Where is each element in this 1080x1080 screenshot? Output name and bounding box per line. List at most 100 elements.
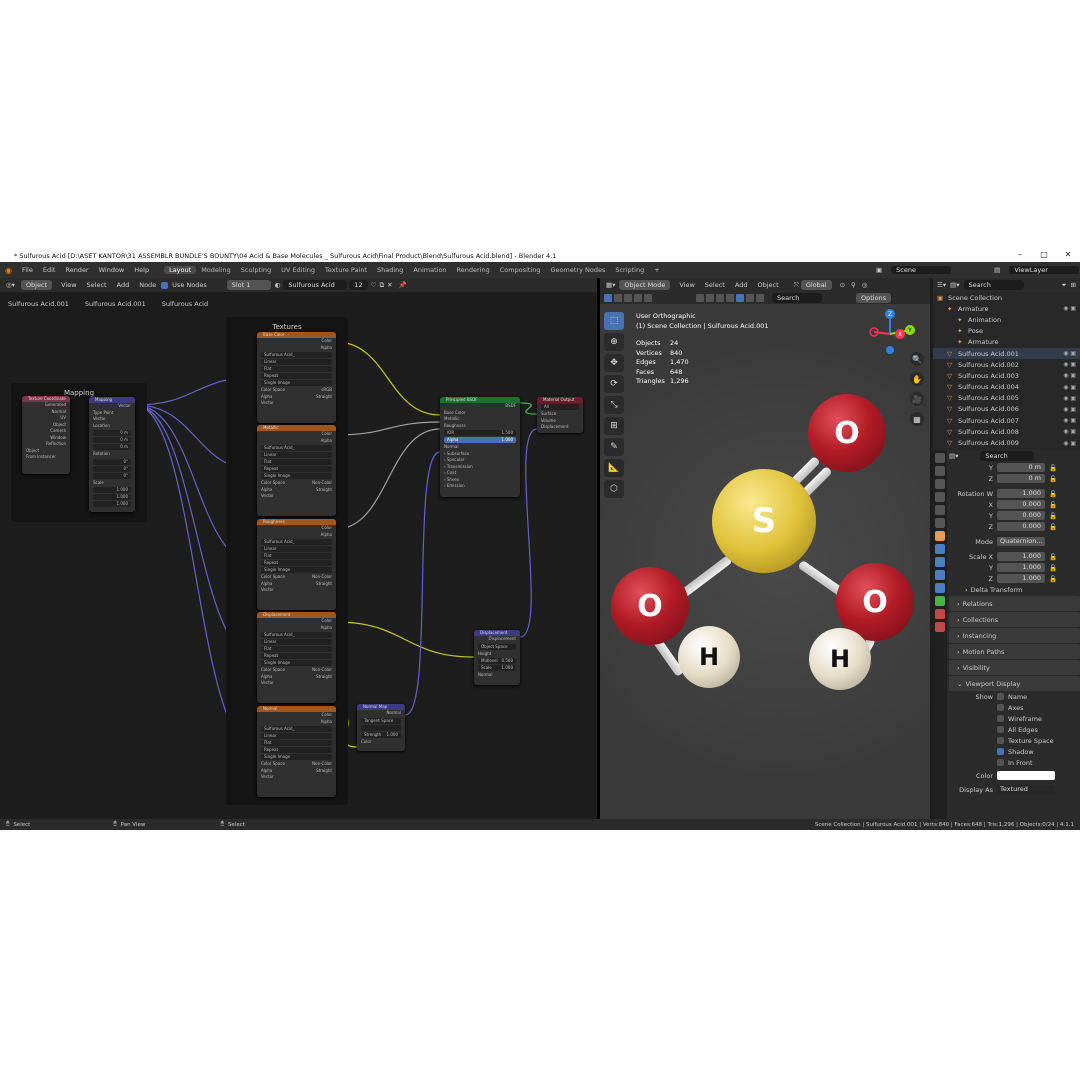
visibility-eye-icon[interactable]: ◉ ▣ bbox=[1063, 428, 1076, 435]
object-tab-icon[interactable] bbox=[935, 531, 945, 541]
proportional-edit-icon[interactable]: ◎ bbox=[862, 281, 868, 289]
ortho-grid-icon[interactable]: ▦ bbox=[910, 412, 924, 426]
menu-select[interactable]: Select bbox=[700, 281, 730, 289]
viewport-search-input[interactable]: Search bbox=[772, 293, 822, 303]
menu-select[interactable]: Select bbox=[82, 281, 112, 289]
interpolation-dropdown[interactable]: Linear bbox=[261, 452, 332, 458]
node-mapping[interactable]: Mapping Vector Type Point Vector Locatio… bbox=[89, 397, 135, 512]
slot-dropdown[interactable]: Slot 1 bbox=[226, 280, 271, 290]
transform-tool-icon[interactable]: ⊞ bbox=[604, 417, 624, 435]
mapping-type-dropdown[interactable]: Point bbox=[103, 410, 113, 415]
outliner-item[interactable]: ▽ Sulfurous Acid.007 ◉ ▣ bbox=[933, 415, 1080, 426]
duplicate-material-icon[interactable]: ⧉ bbox=[380, 281, 385, 290]
tab-animation[interactable]: Animation bbox=[408, 266, 451, 274]
scale-z-field[interactable]: 1.000 bbox=[93, 501, 131, 507]
scene-icon[interactable]: ▣ bbox=[871, 266, 887, 274]
node-material-output[interactable]: Material Output All Surface Volume Displ… bbox=[537, 397, 583, 433]
show-checkbox[interactable] bbox=[997, 693, 1004, 700]
scale-tool-icon[interactable]: ⤡ bbox=[604, 396, 624, 414]
blender-logo-icon[interactable]: ◉ bbox=[0, 266, 17, 275]
outliner-item[interactable]: ▽ Sulfurous Acid.008 ◉ ▣ bbox=[933, 426, 1080, 437]
tab-sculpting[interactable]: Sculpting bbox=[236, 266, 276, 274]
show-checkbox[interactable] bbox=[997, 748, 1004, 755]
display-mode-icon[interactable]: ▤▾ bbox=[950, 281, 959, 289]
scale-x-field[interactable]: 1.000 bbox=[997, 552, 1045, 561]
modifiers-tab-icon[interactable] bbox=[935, 544, 945, 554]
panel-viewport-display[interactable]: ⌄ Viewport Display bbox=[949, 676, 1080, 691]
outliner-item[interactable]: ▽ Sulfurous Acid.009 ◉ ▣ bbox=[933, 437, 1080, 448]
extension-dropdown[interactable]: Repeat bbox=[261, 373, 332, 379]
strength-field[interactable]: Strength 1.000 bbox=[361, 731, 401, 738]
editor-type-icon[interactable]: ▤▾ bbox=[949, 452, 958, 460]
texture-tab-icon[interactable] bbox=[935, 622, 945, 632]
extension-dropdown[interactable]: Repeat bbox=[261, 466, 332, 472]
extension-dropdown[interactable]: Repeat bbox=[261, 747, 332, 753]
tab-compositing[interactable]: Compositing bbox=[495, 266, 546, 274]
add-cube-tool-icon[interactable]: ⬡ bbox=[604, 480, 624, 498]
alpha-mode-dropdown[interactable]: Straight bbox=[316, 487, 332, 494]
node-image-texture-metallic[interactable]: Metallic Color Alpha Sulfurous Acid_ Linear F… bbox=[257, 425, 336, 516]
node-displacement[interactable]: Displacement Displacement Object Space H… bbox=[474, 630, 520, 685]
select-tool-icon[interactable]: ⬚ bbox=[604, 312, 624, 330]
use-nodes-checkbox[interactable] bbox=[161, 281, 169, 289]
outliner-item[interactable]: ✦ Animation bbox=[933, 314, 1080, 325]
source-dropdown[interactable]: Single Image bbox=[261, 380, 332, 386]
display-as-dropdown[interactable]: Textured bbox=[997, 785, 1055, 794]
node-normal-map[interactable]: Normal Map Normal Tangent Space Strength… bbox=[357, 704, 405, 751]
projection-dropdown[interactable]: Flat bbox=[261, 553, 332, 559]
panel-collections[interactable]: › Collections bbox=[949, 612, 1080, 627]
rotation-w-field[interactable]: 1.000 bbox=[997, 489, 1045, 498]
lock-icon[interactable]: 🔓 bbox=[1049, 564, 1057, 572]
source-dropdown[interactable]: Single Image bbox=[261, 660, 332, 666]
source-dropdown[interactable]: Single Image bbox=[261, 754, 332, 760]
menu-file[interactable]: File bbox=[17, 266, 38, 274]
rotation-z-field[interactable]: 0° bbox=[93, 472, 131, 479]
visibility-eye-icon[interactable]: ◉ ▣ bbox=[1063, 361, 1076, 368]
menu-render[interactable]: Render bbox=[60, 266, 93, 274]
view-layer-tab-icon[interactable] bbox=[935, 492, 945, 502]
menu-window[interactable]: Window bbox=[94, 266, 130, 274]
rotate-tool-icon[interactable]: ⟳ bbox=[604, 375, 624, 393]
node-image-texture-displacement[interactable]: Displacement Color Alpha Sulfurous Acid_ Lin… bbox=[257, 612, 336, 703]
scale-y-field[interactable]: 1.000 bbox=[997, 563, 1045, 572]
outliner-search-input[interactable]: Search bbox=[963, 280, 1024, 290]
menu-view[interactable]: View bbox=[674, 281, 699, 289]
shader-type-dropdown[interactable]: Object bbox=[20, 280, 53, 290]
world-tab-icon[interactable] bbox=[935, 518, 945, 528]
image-selector[interactable]: Sulfurous Acid_ bbox=[261, 445, 332, 451]
menu-object[interactable]: Object bbox=[752, 281, 783, 289]
source-dropdown[interactable]: Single Image bbox=[261, 473, 332, 479]
scale-y-field[interactable]: 1.000 bbox=[93, 494, 131, 500]
atom-sulfur[interactable]: S bbox=[712, 469, 816, 573]
maximize-button[interactable]: ▢ bbox=[1032, 250, 1056, 259]
object-color-swatch[interactable] bbox=[997, 771, 1055, 780]
show-checkbox[interactable] bbox=[997, 737, 1004, 744]
visibility-eye-icon[interactable]: ◉ ▣ bbox=[1063, 440, 1076, 447]
atom-oxygen-top[interactable]: O bbox=[808, 394, 886, 472]
location-y-field[interactable]: 0 m bbox=[93, 437, 131, 443]
panel-instancing[interactable]: › Instancing bbox=[949, 628, 1080, 643]
properties-search-input[interactable]: Search bbox=[980, 451, 1035, 461]
menu-view[interactable]: View bbox=[56, 281, 81, 289]
show-name-row[interactable]: Show Name bbox=[949, 691, 1080, 702]
new-collection-icon[interactable]: ⊞ bbox=[1071, 281, 1076, 289]
show-all-edges-row[interactable]: All Edges bbox=[949, 724, 1080, 735]
lock-icon[interactable]: 🔓 bbox=[1049, 501, 1057, 509]
physics-tab-icon[interactable] bbox=[935, 570, 945, 580]
scene-tab-icon[interactable] bbox=[935, 505, 945, 515]
image-selector[interactable]: Sulfurous Acid_ bbox=[261, 632, 332, 638]
tab-shading[interactable]: Shading bbox=[372, 266, 408, 274]
material-tab-icon[interactable] bbox=[935, 609, 945, 619]
lock-icon[interactable]: 🔓 bbox=[1049, 464, 1057, 472]
atom-oxygen-left[interactable]: O bbox=[611, 567, 689, 645]
show-wireframe-row[interactable]: Wireframe bbox=[949, 713, 1080, 724]
object-mode-dropdown[interactable]: Object Mode bbox=[619, 280, 671, 290]
tool-tab-icon[interactable] bbox=[935, 453, 945, 463]
interpolation-dropdown[interactable]: Linear bbox=[261, 639, 332, 645]
move-tool-icon[interactable]: ✥ bbox=[604, 354, 624, 372]
alpha-field[interactable]: Alpha 1.000 bbox=[444, 437, 516, 443]
location-y-field[interactable]: 0 m bbox=[997, 463, 1045, 472]
panel-relations[interactable]: › Relations bbox=[949, 596, 1080, 611]
image-selector[interactable]: Sulfurous Acid_ bbox=[261, 539, 332, 545]
menu-edit[interactable]: Edit bbox=[38, 266, 61, 274]
